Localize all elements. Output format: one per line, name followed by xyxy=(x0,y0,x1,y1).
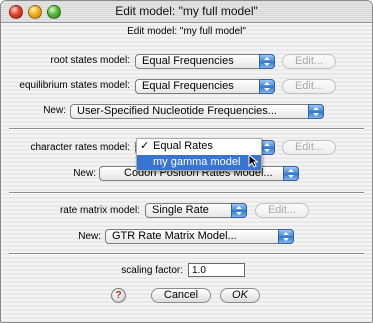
menu-item-label: my gamma model xyxy=(153,156,241,168)
popup-arrows-icon xyxy=(278,229,294,244)
popup-arrows-icon xyxy=(259,79,275,94)
mouse-cursor-icon xyxy=(248,154,258,168)
title-bar: Edit model: "my full model" xyxy=(1,1,372,23)
checkmark-icon: ✓ xyxy=(140,140,150,152)
character-rates-label: character rates model: xyxy=(30,142,131,153)
popup-arrows-icon xyxy=(283,166,299,181)
window-title: Edit model: "my full model" xyxy=(115,4,258,18)
root-states-label: root states model: xyxy=(50,55,130,66)
menu-item-label: Equal Rates xyxy=(153,140,213,152)
ok-button[interactable]: OK xyxy=(220,288,260,303)
character-rates-edit-button[interactable]: Edit... xyxy=(282,140,336,155)
equilibrium-states-label: equilibrium states model: xyxy=(19,80,130,91)
new-matrix-label: New: xyxy=(78,231,101,242)
rate-matrix-edit-button[interactable]: Edit... xyxy=(255,203,309,218)
separator xyxy=(9,128,364,130)
new-matrix-value: GTR Rate Matrix Model... xyxy=(112,230,237,242)
separator xyxy=(9,192,364,194)
new-rates-label: New: xyxy=(73,168,96,179)
popup-arrows-icon xyxy=(308,104,324,119)
root-edit-button[interactable]: Edit... xyxy=(282,54,336,69)
rate-matrix-popup[interactable]: Single Rate xyxy=(145,203,247,218)
root-states-value: Equal Frequencies xyxy=(142,55,234,67)
scaling-factor-label: scaling factor: xyxy=(121,265,183,276)
popup-arrows-icon xyxy=(231,203,247,218)
new-matrix-popup[interactable]: GTR Rate Matrix Model... xyxy=(105,229,294,244)
dialog-window: Edit model: "my full model" Edit model: … xyxy=(0,0,373,323)
scaling-factor-input[interactable]: 1.0 xyxy=(188,263,245,277)
new-frequencies-popup[interactable]: User-Specified Nucleotide Frequencies... xyxy=(70,104,324,119)
rate-matrix-value: Single Rate xyxy=(152,204,209,216)
dialog-subtitle: Edit model: "my full model" xyxy=(127,26,246,37)
rate-matrix-label: rate matrix model: xyxy=(59,205,140,216)
help-button[interactable]: ? xyxy=(111,288,126,303)
equilibrium-states-popup[interactable]: Equal Frequencies xyxy=(135,79,275,94)
root-states-popup[interactable]: Equal Frequencies xyxy=(135,54,275,69)
character-rates-menu: ✓ Equal Rates my gamma model xyxy=(136,138,262,171)
new-frequencies-label: New: xyxy=(43,105,66,116)
equilibrium-edit-button[interactable]: Edit... xyxy=(282,79,336,94)
equilibrium-states-value: Equal Frequencies xyxy=(142,80,234,92)
new-frequencies-value: User-Specified Nucleotide Frequencies... xyxy=(77,105,277,117)
menu-item-my-gamma-model[interactable]: my gamma model xyxy=(137,155,261,170)
cancel-button[interactable]: Cancel xyxy=(151,288,211,303)
separator xyxy=(9,253,364,255)
popup-arrows-icon xyxy=(259,54,275,69)
menu-item-equal-rates[interactable]: ✓ Equal Rates xyxy=(137,139,261,154)
